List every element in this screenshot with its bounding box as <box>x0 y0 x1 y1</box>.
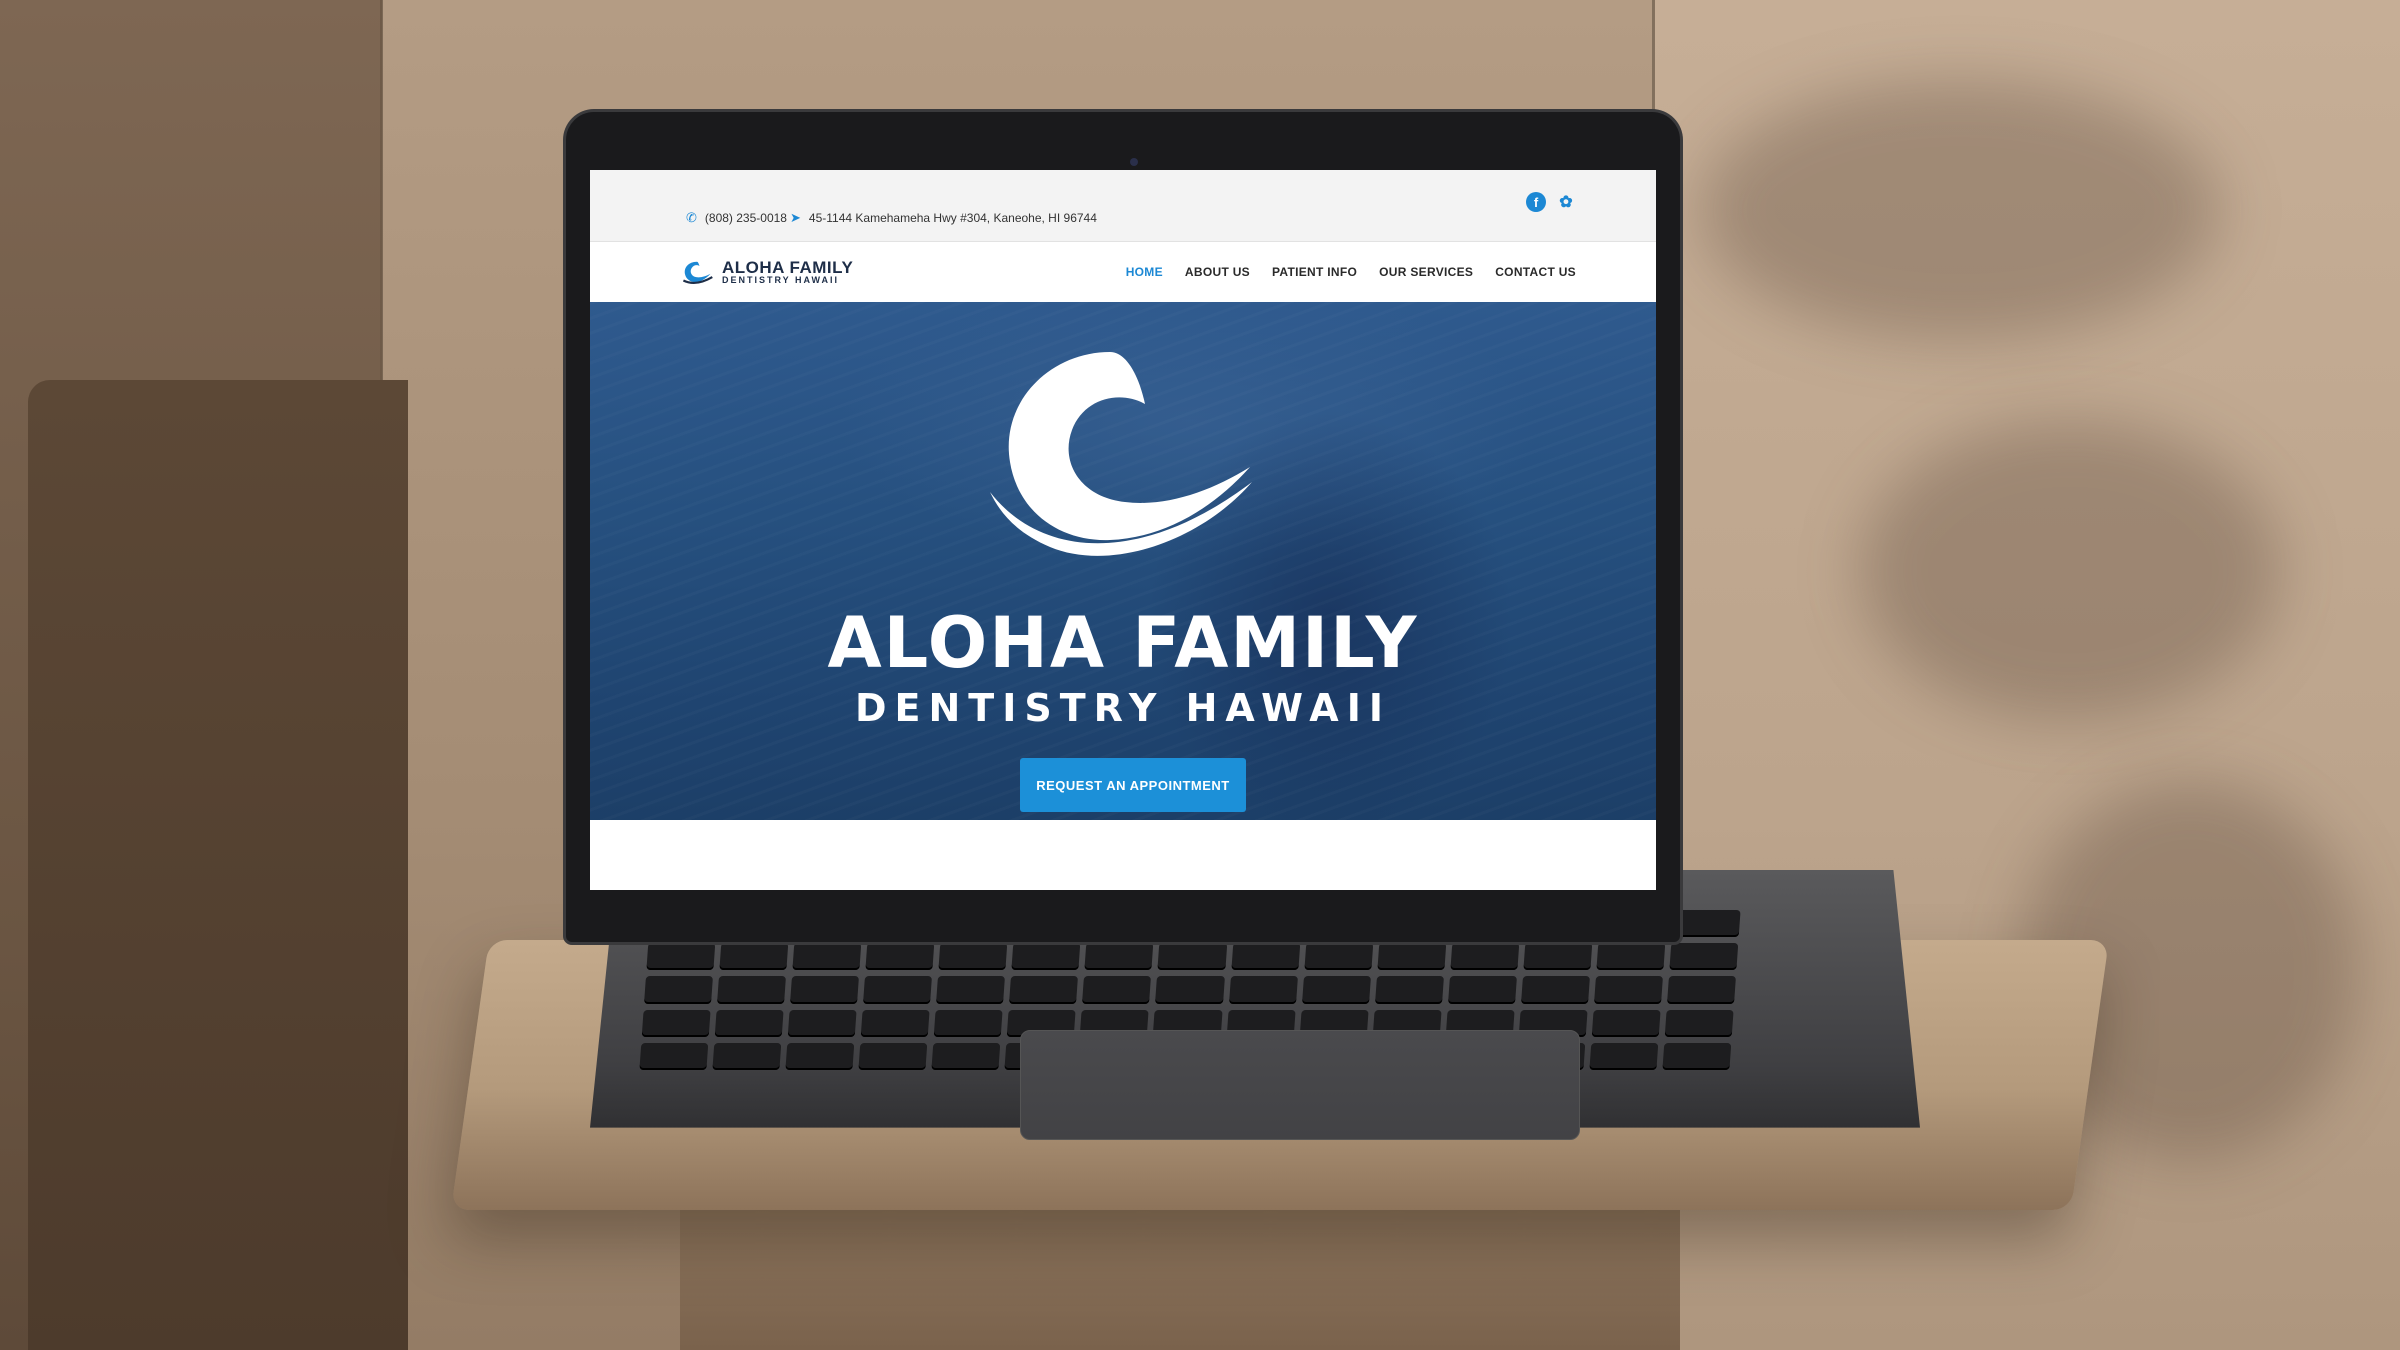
keyboard-key <box>858 1042 928 1070</box>
keyboard-key <box>1593 976 1663 1004</box>
keyboard-key <box>1520 976 1590 1004</box>
primary-nav: HOME ABOUT US PATIENT INFO OUR SERVICES … <box>1126 265 1576 279</box>
keyboard-key <box>860 1009 930 1037</box>
logo-title: ALOHA FAMILY <box>722 258 854 277</box>
keyboard-key <box>639 1042 709 1070</box>
phone-number: (808) 235-0018 <box>704 211 787 225</box>
contact-topbar: ✆ (808) 235-0018 ➤ 45-1144 Kamehameha Hw… <box>590 170 1656 242</box>
yelp-icon[interactable]: ✿ <box>1556 192 1576 212</box>
keyboard-key <box>1664 1009 1734 1037</box>
laptop-screen: ✆ (808) 235-0018 ➤ 45-1144 Kamehameha Hw… <box>590 170 1656 890</box>
nav-contact-us[interactable]: CONTACT US <box>1495 265 1576 279</box>
keyboard-key <box>712 1042 782 1070</box>
keyboard-key <box>1011 943 1081 971</box>
keyboard-key <box>1523 943 1593 971</box>
hero-title: ALOHA FAMILY <box>827 602 1419 684</box>
chair-leg <box>680 1200 1680 1350</box>
keyboard-key <box>1591 1009 1661 1037</box>
leaf-shadow <box>1860 420 2280 720</box>
nav-home[interactable]: HOME <box>1126 265 1163 279</box>
wave-logo-icon <box>682 261 713 284</box>
keyboard-key <box>1596 943 1666 971</box>
keyboard-key <box>792 943 862 971</box>
keyboard-key <box>785 1042 855 1070</box>
address-text: 45-1144 Kamehameha Hwy #304, Kaneohe, HI… <box>808 211 1097 225</box>
keyboard-key <box>938 943 1008 971</box>
site-logo[interactable]: ALOHA FAMILY DENTISTRY HAWAII <box>680 259 853 285</box>
topbar-phone[interactable]: ✆ (808) 235-0018 <box>686 210 787 226</box>
keyboard-key <box>1082 976 1152 1004</box>
keyboard-key <box>641 1009 711 1037</box>
keyboard-key <box>1671 910 1741 938</box>
phone-icon: ✆ <box>686 210 697 225</box>
keyboard-key <box>644 976 714 1004</box>
keyboard-key <box>719 943 789 971</box>
keyboard-key <box>717 976 787 1004</box>
request-appointment-button[interactable]: REQUEST AN APPOINTMENT <box>1020 758 1246 812</box>
keyboard-key <box>1230 943 1300 971</box>
keyboard-key <box>1374 976 1444 1004</box>
main-navbar: ALOHA FAMILY DENTISTRY HAWAII HOME ABOUT… <box>590 242 1656 302</box>
keyboard-key <box>714 1009 784 1037</box>
location-arrow-icon: ➤ <box>790 210 801 225</box>
keyboard-key <box>1157 943 1227 971</box>
hero-bottom-strip <box>590 820 1656 838</box>
logo-subtitle: DENTISTRY HAWAII <box>722 275 840 285</box>
keyboard-key <box>1084 943 1154 971</box>
keyboard-key <box>1589 1042 1659 1070</box>
keyboard-key <box>790 976 860 1004</box>
keyboard-key <box>1155 976 1225 1004</box>
keyboard-key <box>1009 976 1079 1004</box>
keyboard-key <box>1447 976 1517 1004</box>
keyboard-key <box>1228 976 1298 1004</box>
keyboard-key <box>1377 943 1446 971</box>
keyboard-key <box>1662 1042 1732 1070</box>
chair-back <box>28 380 408 1350</box>
keyboard-key <box>1450 943 1520 971</box>
keyboard-key <box>865 943 935 971</box>
nav-patient-info[interactable]: PATIENT INFO <box>1272 265 1357 279</box>
hero-subtitle: DENTISTRY HAWAII <box>855 686 1391 730</box>
leaf-shadow <box>1700 80 2220 340</box>
nav-about-us[interactable]: ABOUT US <box>1185 265 1250 279</box>
keyboard-key <box>1303 943 1373 971</box>
social-links: f ✿ <box>1526 192 1576 212</box>
webcam-icon <box>1130 158 1138 166</box>
nav-our-services[interactable]: OUR SERVICES <box>1379 265 1473 279</box>
facebook-icon[interactable]: f <box>1526 192 1546 212</box>
keyboard-key <box>1666 976 1736 1004</box>
laptop-trackpad <box>1020 1030 1580 1140</box>
hero-banner: ALOHA FAMILY DENTISTRY HAWAII REQUEST AN… <box>590 302 1656 838</box>
keyboard-key <box>1301 976 1371 1004</box>
keyboard-key <box>1669 943 1739 971</box>
keyboard-key <box>931 1042 1001 1070</box>
hero-wave-logo-icon <box>990 352 1252 556</box>
keyboard-key <box>863 976 933 1004</box>
keyboard-key <box>933 1009 1003 1037</box>
topbar-address[interactable]: ➤ 45-1144 Kamehameha Hwy #304, Kaneohe, … <box>790 210 1097 226</box>
keyboard-key <box>646 943 716 971</box>
keyboard-key <box>936 976 1006 1004</box>
keyboard-key <box>787 1009 857 1037</box>
